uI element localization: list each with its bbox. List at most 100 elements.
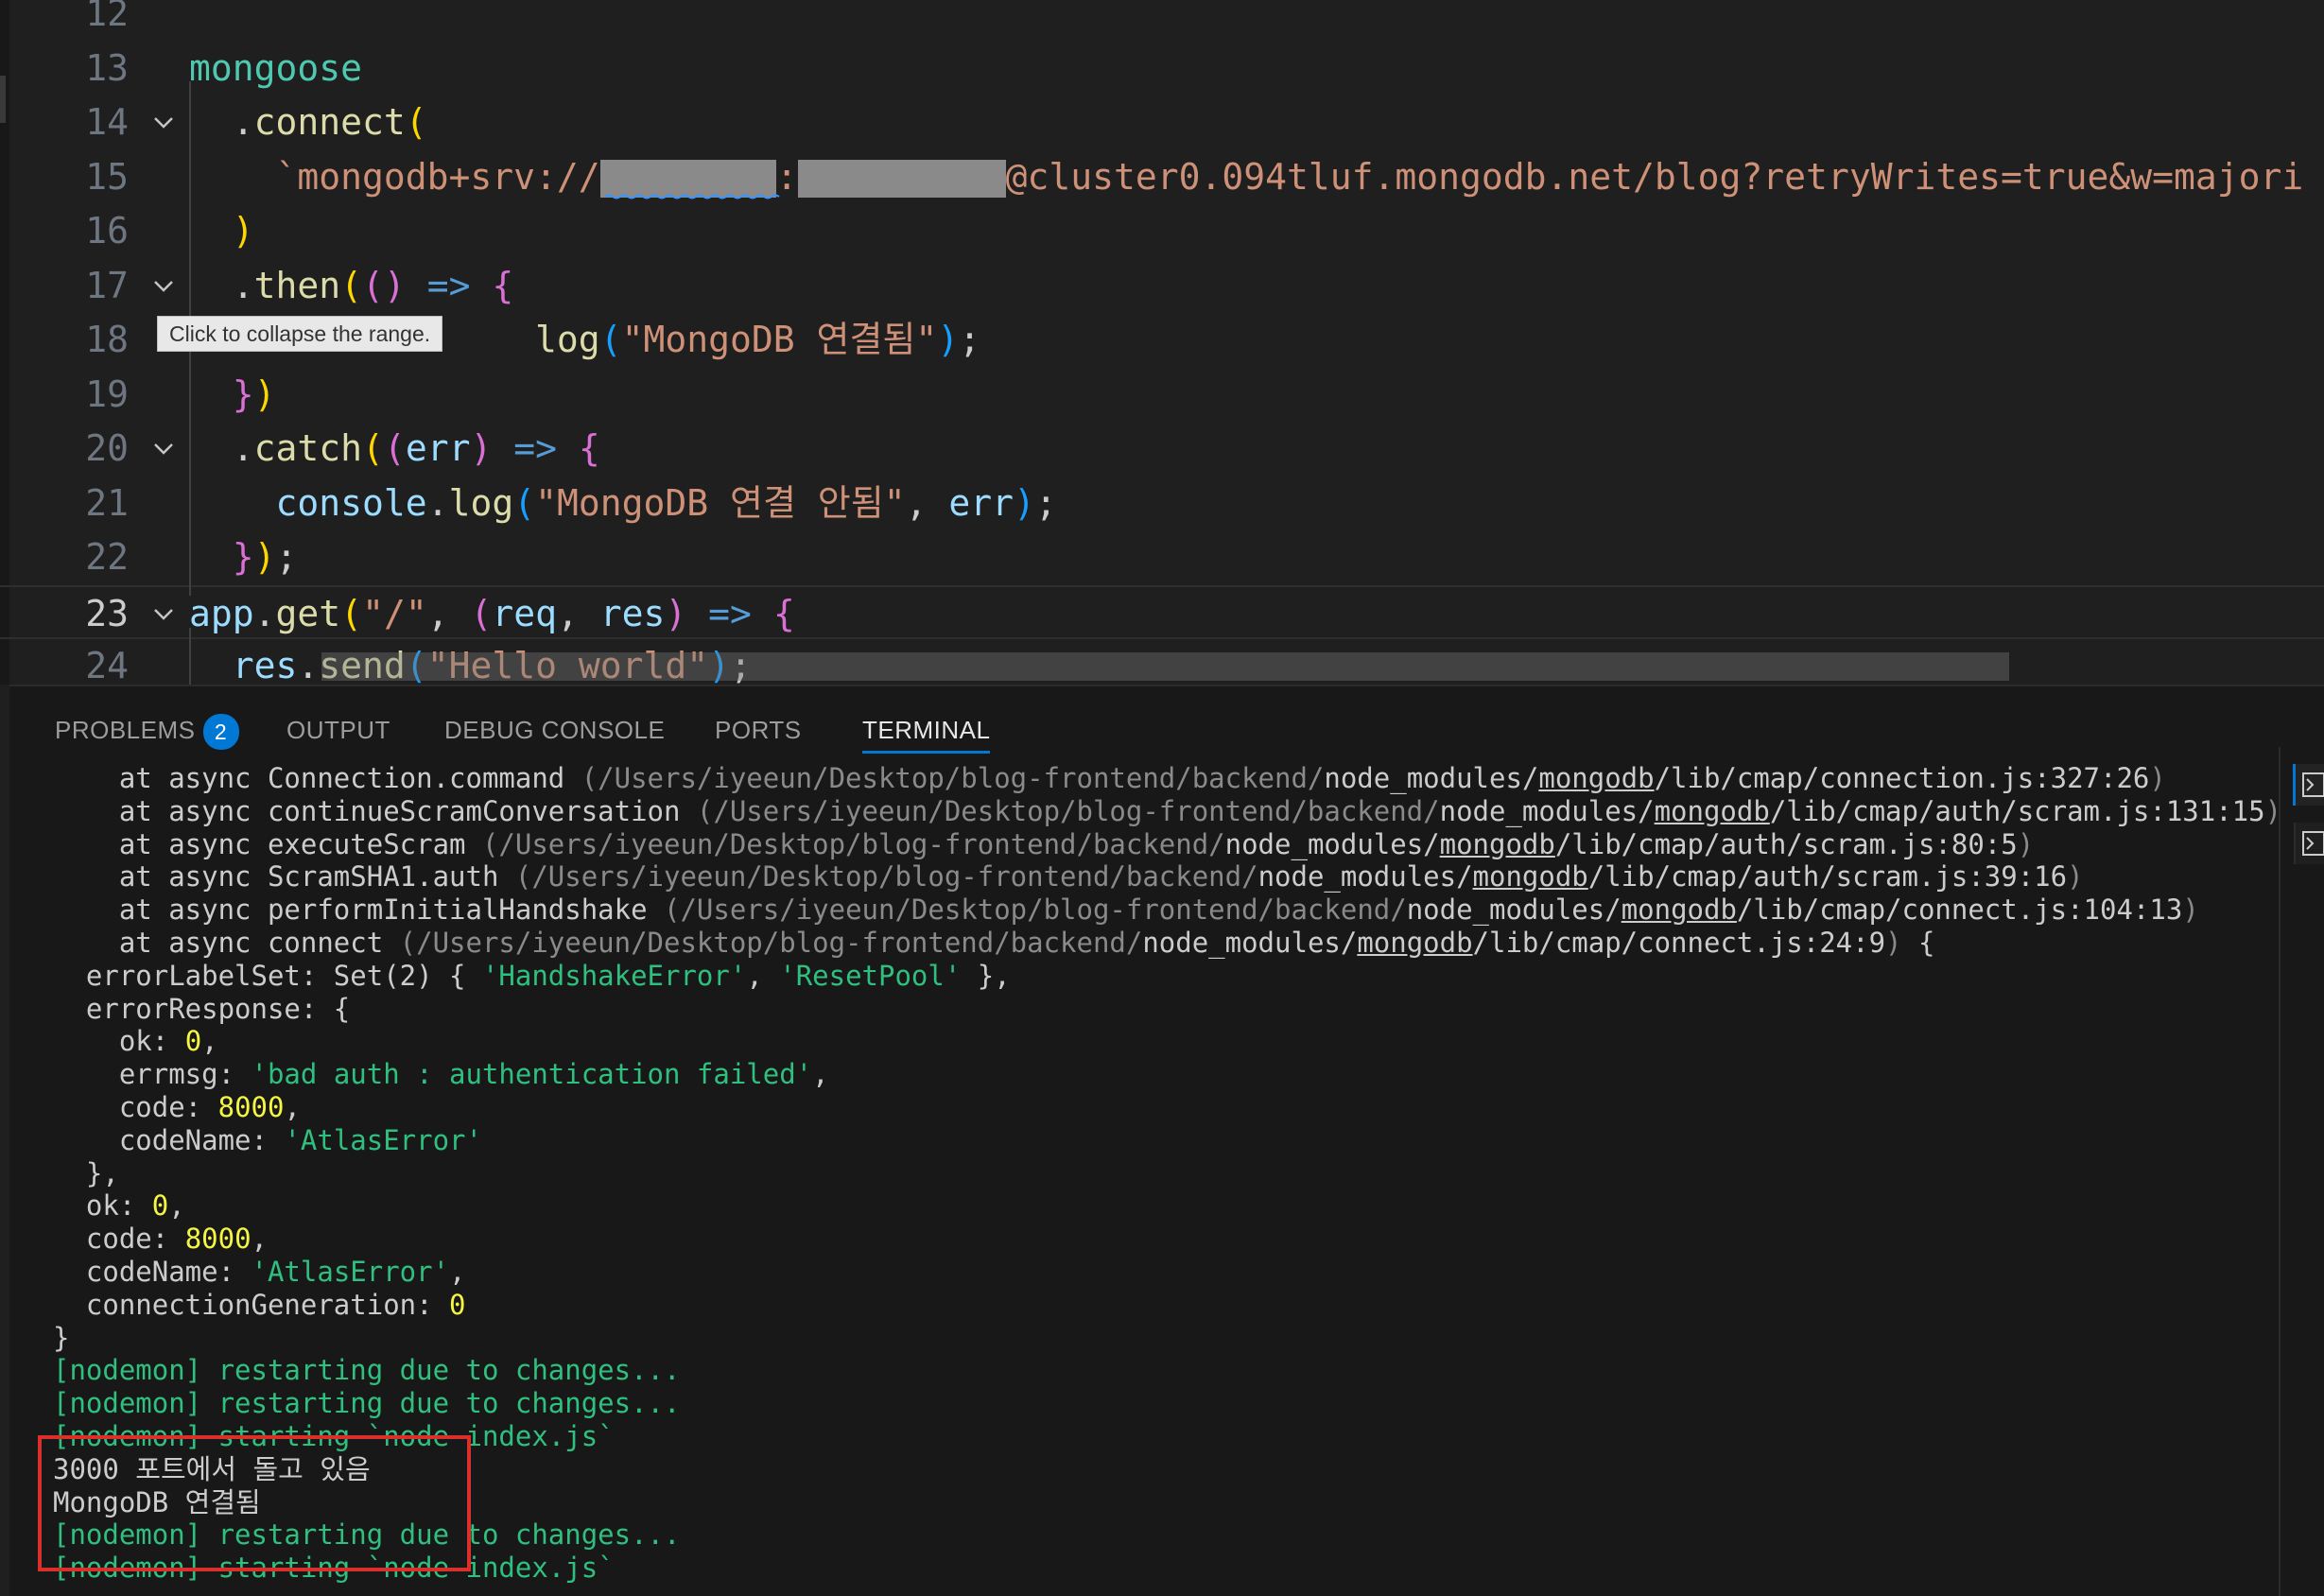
code-line[interactable]: 15 `mongodb+srv://: @cluster0.094tluf.mon… <box>0 150 2324 205</box>
terminal-line: at async ScramSHA1.auth (/Users/iyeeun/D… <box>53 860 2084 893</box>
indent-guide <box>189 628 191 685</box>
terminal-text: 'HandshakeError' <box>481 959 747 992</box>
code-line[interactable]: 17 .then(() => { <box>0 259 2324 314</box>
code-token: "MongoDB 연결됨" <box>621 319 938 360</box>
terminal-text: at async executeScram <box>53 827 482 860</box>
tab-label: PROBLEMS <box>55 716 196 744</box>
fold-tooltip: Click to collapse the range. <box>157 316 443 352</box>
terminal-line: at async executeScram (/Users/iyeeun/Des… <box>53 828 2034 860</box>
code-token: ( <box>405 101 427 143</box>
terminal-text: at async connect <box>53 927 400 959</box>
terminal-text: ) <box>2264 794 2282 827</box>
code-line[interactable]: 22 }); <box>0 530 2324 585</box>
code-line[interactable]: 13 mongoose <box>0 42 2324 96</box>
chevron-down-icon[interactable] <box>149 108 178 136</box>
code-line[interactable]: 21 console.log("MongoDB 연결 안됨", err); <box>0 477 2324 531</box>
terminal-text: codeName: <box>53 1256 251 1288</box>
terminal-text: 'ResetPool' <box>779 959 962 992</box>
code-line[interactable]: 14 .connect( <box>0 95 2324 150</box>
terminal-line: at async Connection.command (/Users/iyee… <box>53 762 2166 794</box>
annotation-highlight-box <box>38 1435 471 1571</box>
code-text: `mongodb+srv://: @cluster0.094tluf.mongod… <box>189 150 2303 205</box>
terminal-line: at async connect (/Users/iyeeun/Desktop/… <box>53 927 1935 959</box>
code-token: => <box>686 592 773 634</box>
line-number: 17 <box>85 264 129 306</box>
line-number: 15 <box>85 155 129 198</box>
code-token: ) <box>937 319 960 360</box>
terminal-text: node_modules/ <box>1224 827 1440 860</box>
terminal-instance-button[interactable] <box>2294 823 2324 864</box>
terminal-text: , <box>812 1058 829 1091</box>
chevron-down-icon[interactable] <box>149 599 178 628</box>
code-token: , <box>426 592 471 634</box>
tab-problems[interactable]: PROBLEMS 2 <box>55 709 239 751</box>
code-token: : <box>775 155 798 198</box>
code-token: res <box>232 645 298 685</box>
code-token: . <box>189 264 254 306</box>
code-line[interactable]: 20 .catch((err) => { <box>0 422 2324 477</box>
terminal-line: code: 8000, <box>53 1223 268 1255</box>
code-token: . <box>189 427 254 469</box>
code-token: `mongodb+srv:// <box>189 155 600 198</box>
terminal-text: codeName: <box>53 1123 285 1156</box>
code-token: err <box>405 427 471 469</box>
spelling-squiggle <box>605 194 780 200</box>
terminal-text: (/Users/iyeeun/Desktop/blog-frontend/bac… <box>696 794 1440 827</box>
code-line[interactable]: 23 app.get("/", (req, res) => { <box>0 584 2324 639</box>
code-text: .catch((err) => { <box>189 422 600 477</box>
terminal-text: node_modules/ <box>1406 893 1622 927</box>
code-line[interactable]: 19 }) <box>0 368 2324 423</box>
terminal-line: connectionGeneration: 0 <box>53 1289 466 1321</box>
terminal-text: } <box>53 1321 70 1354</box>
code-token: ; <box>275 536 298 578</box>
terminal-list-divider <box>2279 747 2281 1596</box>
terminal-text: /lib/cmap/connection.js:327:26 <box>1654 762 2150 794</box>
terminal-text: code: <box>53 1223 185 1256</box>
code-token: console <box>275 481 427 524</box>
tab-ports[interactable]: PORTS <box>715 709 802 751</box>
code-token: ) <box>253 373 276 415</box>
tab-label: TERMINAL <box>862 716 991 744</box>
code-line[interactable]: 12 <box>0 0 2324 42</box>
terminal-text: (/Users/iyeeun/Desktop/blog-frontend/bac… <box>399 927 1143 959</box>
terminal-text: code: <box>53 1091 218 1123</box>
code-token: ; <box>1034 481 1057 524</box>
code-token: "MongoDB 연결 안됨" <box>535 481 906 524</box>
line-number: 12 <box>85 0 129 34</box>
chevron-down-icon[interactable] <box>149 434 178 462</box>
terminal-text: node_modules/ <box>1142 927 1358 959</box>
code-token: ) <box>470 427 493 469</box>
code-token: . <box>297 645 320 685</box>
code-text: .then(() => { <box>189 259 513 314</box>
tab-label: DEBUG CONSOLE <box>444 716 666 744</box>
code-token: ) <box>189 210 254 252</box>
code-text: mongoose <box>189 42 362 96</box>
code-line[interactable]: 16 ) <box>0 204 2324 259</box>
chevron-down-icon[interactable] <box>149 271 178 300</box>
code-token: => <box>492 427 579 469</box>
redacted-credential <box>797 160 1006 198</box>
terminal-line: }, <box>53 1157 119 1189</box>
terminal-text: /lib/cmap/connect.js:24:9 <box>1472 927 1886 959</box>
tab-output[interactable]: OUTPUT <box>286 709 390 751</box>
terminal-text: ok: <box>53 1189 152 1223</box>
terminal-text: 'bad auth : authentication failed' <box>251 1058 813 1091</box>
horizontal-scrollbar[interactable] <box>321 652 2009 681</box>
code-token: catch <box>253 427 363 469</box>
terminal-text: (/Users/iyeeun/Desktop/blog-frontend/bac… <box>581 762 1325 794</box>
terminal-text: 8000 <box>184 1223 251 1256</box>
tab-debug-console[interactable]: DEBUG CONSOLE <box>444 709 665 751</box>
redacted-credential <box>599 160 776 198</box>
terminal-text: , <box>746 959 780 992</box>
terminal-text: errmsg: <box>53 1058 251 1091</box>
tab-terminal[interactable]: TERMINAL <box>862 709 991 754</box>
code-token: , <box>905 481 949 524</box>
code-editor[interactable]: 12 13 mongoose 14 .connect(15 `mongodb+srv:… <box>0 0 2324 685</box>
terminal-instance-button[interactable] <box>2293 764 2324 806</box>
terminal-text: 8000 <box>217 1091 285 1123</box>
line-number: 23 <box>85 592 129 634</box>
terminal-text: 'AtlasError' <box>284 1123 482 1156</box>
terminal-text: node_modules/ <box>1439 794 1655 827</box>
code-token: ( <box>599 319 622 360</box>
